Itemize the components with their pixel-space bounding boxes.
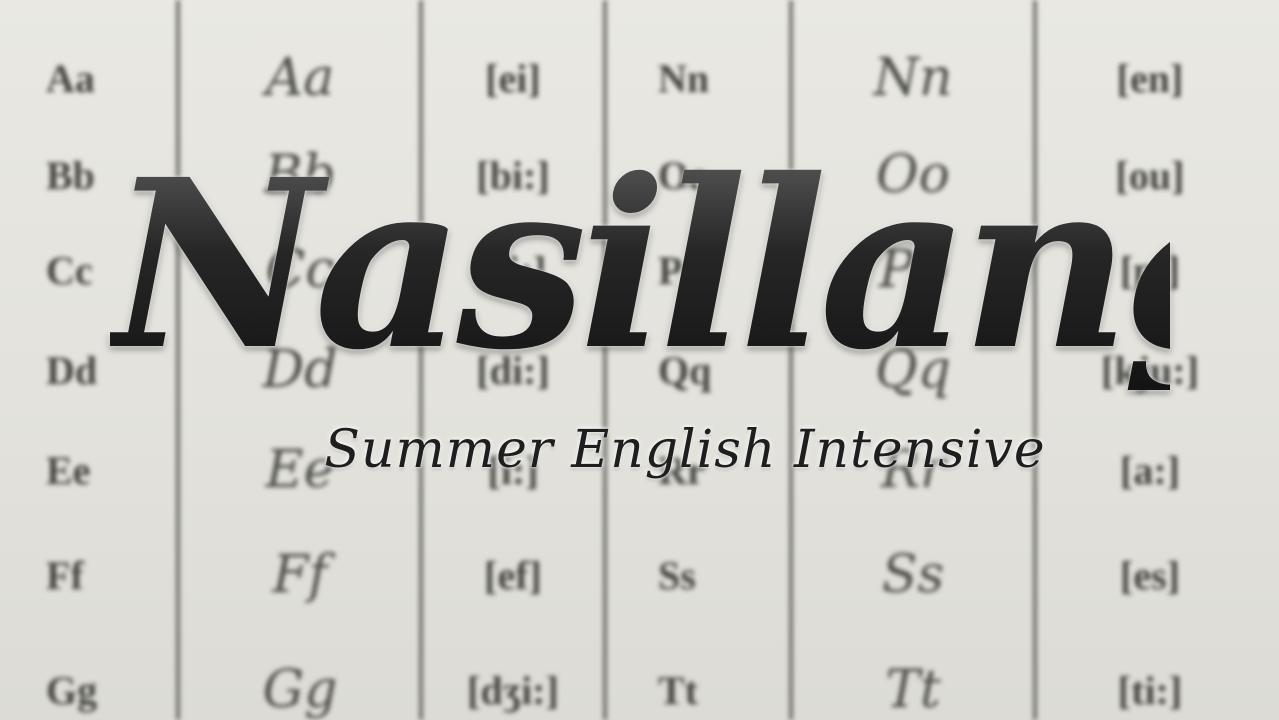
- title-overlay: Nasillang Summer English Intensive: [0, 0, 1279, 720]
- brand-subtitle: Summer English Intensive: [324, 420, 1046, 480]
- banner-image: AaBbCcDdEeFfGg AaBbCcDdEeFfGg [ei][bi:][…: [0, 0, 1279, 720]
- brand-title: Nasillang: [110, 128, 1279, 401]
